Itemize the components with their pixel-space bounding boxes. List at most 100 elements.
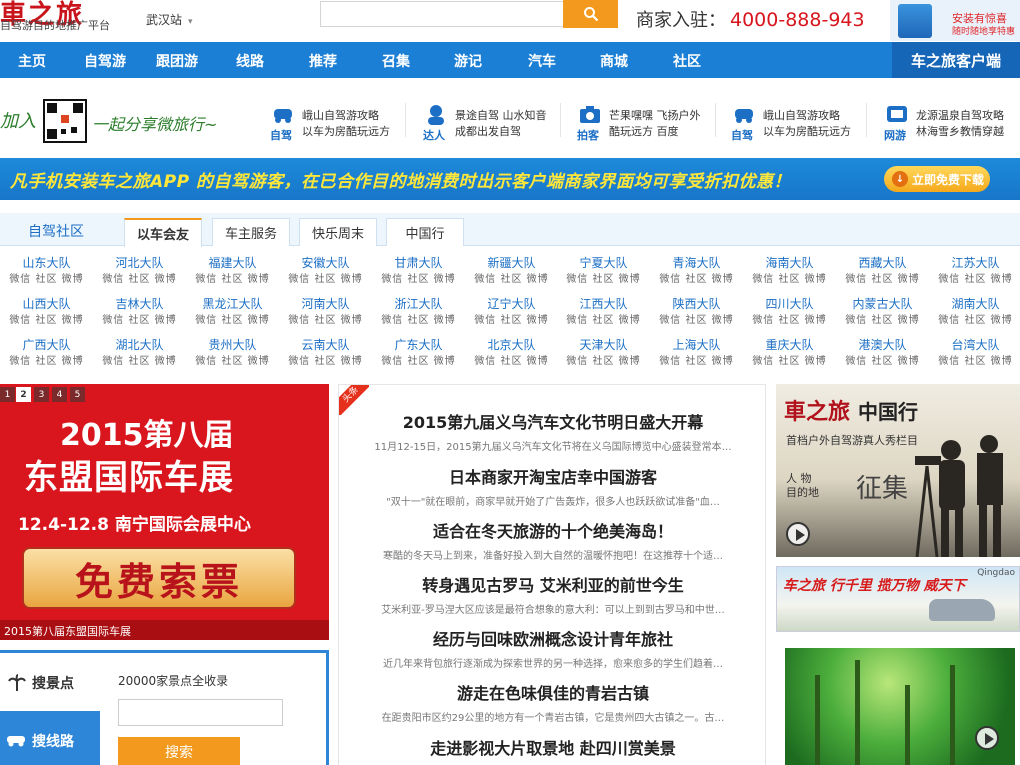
spot-search-input[interactable] <box>118 699 283 726</box>
team-links[interactable]: 微信 社区 微博 <box>465 311 558 326</box>
team-name-link[interactable]: 江西大队 <box>557 295 650 311</box>
team-name-link[interactable]: 陕西大队 <box>650 295 743 311</box>
team-links[interactable]: 微信 社区 微博 <box>372 311 465 326</box>
team-links[interactable]: 微信 社区 微博 <box>465 270 558 285</box>
slider-page-active[interactable]: 2 <box>16 387 31 402</box>
team-name-link[interactable]: 辽宁大队 <box>465 295 558 311</box>
team-links[interactable]: 微信 社区 微博 <box>279 311 372 326</box>
team-links[interactable]: 微信 社区 微博 <box>279 352 372 367</box>
news-title-link[interactable]: 转身遇见古罗马 艾米利亚的前世今生 <box>339 572 765 596</box>
team-links[interactable]: 微信 社区 微博 <box>557 311 650 326</box>
download-button[interactable]: ↓ 立即免费下载 <box>884 166 990 192</box>
nav-item-gather[interactable]: 召集 <box>382 51 410 71</box>
team-name-link[interactable]: 四川大队 <box>743 295 836 311</box>
team-links[interactable]: 微信 社区 微博 <box>186 352 279 367</box>
team-name-link[interactable]: 天津大队 <box>557 336 650 352</box>
team-links[interactable]: 微信 社区 微博 <box>929 270 1020 285</box>
team-name-link[interactable]: 贵州大队 <box>186 336 279 352</box>
nav-item-recommend[interactable]: 推荐 <box>309 51 337 71</box>
app-promo-ad[interactable]: 安装有惊喜 随时随地享特惠 <box>890 0 1020 41</box>
team-name-link[interactable]: 江苏大队 <box>929 254 1020 270</box>
team-name-link[interactable]: 港澳大队 <box>836 336 929 352</box>
team-name-link[interactable]: 北京大队 <box>465 336 558 352</box>
team-name-link[interactable]: 河北大队 <box>93 254 186 270</box>
news-title-link[interactable]: 走进影视大片取景地 赴四川赏美景 <box>339 735 765 759</box>
team-links[interactable]: 微信 社区 微博 <box>0 311 93 326</box>
team-links[interactable]: 微信 社区 微博 <box>186 270 279 285</box>
news-title-link[interactable]: 游走在色味俱佳的青岩古镇 <box>339 680 765 704</box>
community-title[interactable]: 自驾社区 <box>28 221 84 241</box>
nav-item-cars[interactable]: 汽车 <box>528 51 556 71</box>
team-name-link[interactable]: 青海大队 <box>650 254 743 270</box>
play-icon[interactable] <box>975 726 999 750</box>
team-links[interactable]: 微信 社区 微博 <box>836 311 929 326</box>
bamboo-forest-ad[interactable] <box>785 648 1015 765</box>
search-input[interactable] <box>320 1 564 27</box>
team-links[interactable]: 微信 社区 微博 <box>93 270 186 285</box>
team-links[interactable]: 微信 社区 微博 <box>557 352 650 367</box>
nav-item-mall[interactable]: 商城 <box>600 51 628 71</box>
team-links[interactable]: 微信 社区 微博 <box>836 352 929 367</box>
team-links[interactable]: 微信 社区 微博 <box>836 270 929 285</box>
team-links[interactable]: 微信 社区 微博 <box>743 352 836 367</box>
team-links[interactable]: 微信 社区 微博 <box>0 270 93 285</box>
team-name-link[interactable]: 吉林大队 <box>93 295 186 311</box>
team-links[interactable]: 微信 社区 微博 <box>279 270 372 285</box>
nav-item-travelogue[interactable]: 游记 <box>454 51 482 71</box>
nav-item-group-tour[interactable]: 跟团游 <box>156 51 198 71</box>
team-name-link[interactable]: 甘肃大队 <box>372 254 465 270</box>
tab-happy-weekend[interactable]: 快乐周末 <box>299 218 377 246</box>
slider-page[interactable]: 5 <box>70 387 85 402</box>
news-title-link[interactable]: 适合在冬天旅游的十个绝美海岛！ <box>339 518 765 542</box>
team-name-link[interactable]: 上海大队 <box>650 336 743 352</box>
city-selector[interactable]: 武汉站 ▾ <box>146 11 193 28</box>
team-name-link[interactable]: 湖北大队 <box>93 336 186 352</box>
team-links[interactable]: 微信 社区 微博 <box>93 352 186 367</box>
nav-client-app[interactable]: 车之旅客户端 <box>892 42 1020 78</box>
tab-car-friends[interactable]: 以车会友 <box>124 218 202 247</box>
auto-show-slider[interactable]: 1 2 3 4 5 2015第八届 东盟国际车展 12.4-12.8 南宁国际会… <box>0 384 329 640</box>
team-name-link[interactable]: 浙江大队 <box>372 295 465 311</box>
search-button[interactable] <box>563 0 618 28</box>
tab-search-routes[interactable]: 搜线路 <box>0 711 100 765</box>
team-name-link[interactable]: 黑龙江大队 <box>186 295 279 311</box>
tab-search-spots[interactable]: 搜景点 <box>0 666 100 700</box>
team-links[interactable]: 微信 社区 微博 <box>93 311 186 326</box>
slider-page[interactable]: 1 <box>0 387 15 402</box>
nav-item-routes[interactable]: 线路 <box>236 51 264 71</box>
team-links[interactable]: 微信 社区 微博 <box>372 352 465 367</box>
tab-owner-service[interactable]: 车主服务 <box>212 218 290 246</box>
slider-page[interactable]: 3 <box>34 387 49 402</box>
team-name-link[interactable]: 湖南大队 <box>929 295 1020 311</box>
app-discount-banner[interactable]: 凡手机安装车之旅APP 的自驾游客，在已合作目的地消费时出示客户端商家界面均可享… <box>0 158 1020 200</box>
team-name-link[interactable]: 内蒙古大队 <box>836 295 929 311</box>
nav-item-self-drive[interactable]: 自驾游 <box>84 51 126 71</box>
team-links[interactable]: 微信 社区 微博 <box>743 311 836 326</box>
team-links[interactable]: 微信 社区 微博 <box>0 352 93 367</box>
team-name-link[interactable]: 山西大队 <box>0 295 93 311</box>
nav-item-home[interactable]: 主页 <box>18 51 46 71</box>
team-name-link[interactable]: 福建大队 <box>186 254 279 270</box>
slogan-ad[interactable]: 车之旅 行千里 揽万物 威天下 Qingdao <box>776 566 1020 632</box>
team-name-link[interactable]: 广西大队 <box>0 336 93 352</box>
team-links[interactable]: 微信 社区 微博 <box>557 270 650 285</box>
news-title-link[interactable]: 2015第九届义乌汽车文化节明日盛大开幕 <box>339 409 765 433</box>
team-name-link[interactable]: 云南大队 <box>279 336 372 352</box>
team-links[interactable]: 微信 社区 微博 <box>743 270 836 285</box>
tab-china-tour[interactable]: 中国行 <box>386 218 464 246</box>
slider-page[interactable]: 4 <box>52 387 67 402</box>
team-links[interactable]: 微信 社区 微博 <box>650 352 743 367</box>
team-name-link[interactable]: 安徽大队 <box>279 254 372 270</box>
team-name-link[interactable]: 河南大队 <box>279 295 372 311</box>
team-links[interactable]: 微信 社区 微博 <box>465 352 558 367</box>
team-name-link[interactable]: 宁夏大队 <box>557 254 650 270</box>
news-title-link[interactable]: 经历与回味欧洲概念设计青年旅社 <box>339 626 765 650</box>
team-links[interactable]: 微信 社区 微博 <box>186 311 279 326</box>
team-name-link[interactable]: 新疆大队 <box>465 254 558 270</box>
nav-item-community[interactable]: 社区 <box>673 51 701 71</box>
play-icon[interactable] <box>786 522 810 546</box>
news-title-link[interactable]: 日本商家开淘宝店幸中国游客 <box>339 464 765 488</box>
china-tour-ad[interactable]: 車之旅 中国行 首档户外自驾游真人秀栏目 人 物 目的地 征集 <box>776 384 1020 557</box>
team-links[interactable]: 微信 社区 微博 <box>372 270 465 285</box>
team-name-link[interactable]: 重庆大队 <box>743 336 836 352</box>
